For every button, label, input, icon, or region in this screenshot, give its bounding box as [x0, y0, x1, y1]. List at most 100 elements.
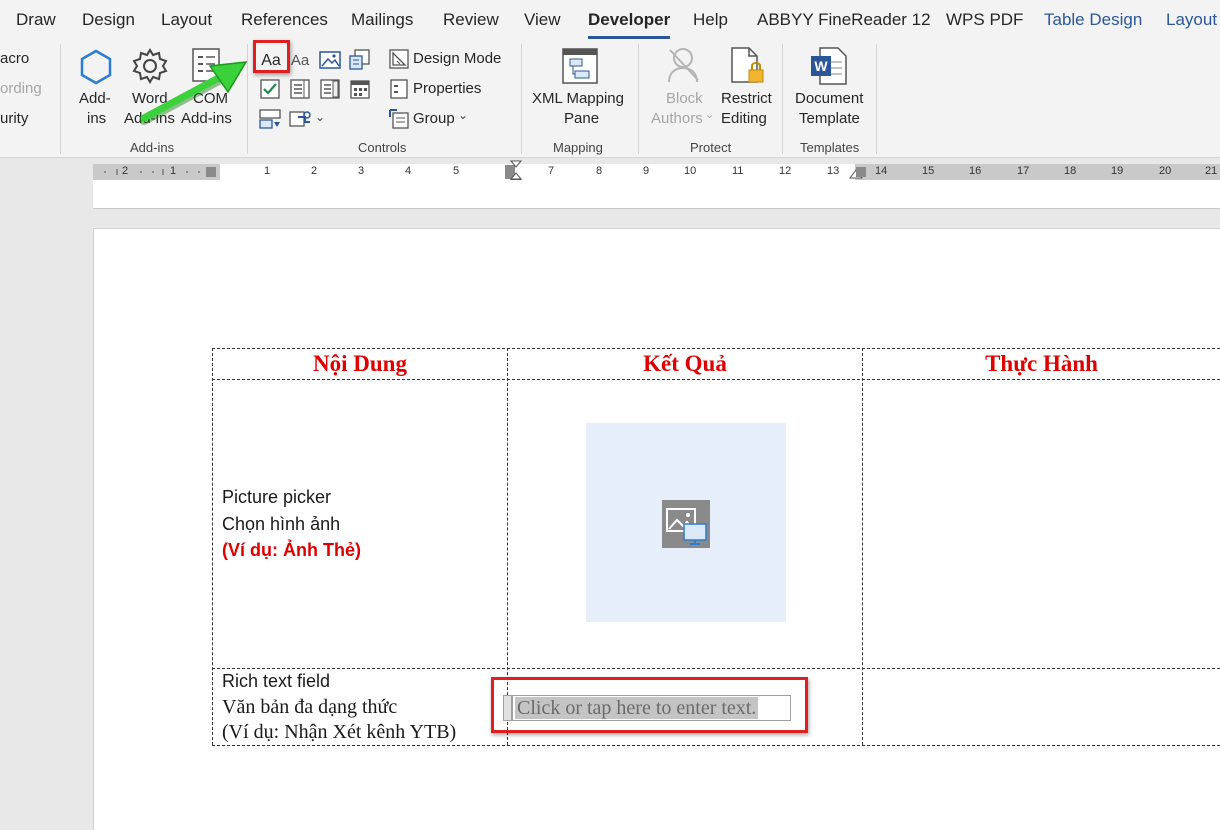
chevron-down-icon[interactable]: ⌄: [458, 108, 468, 122]
table-border: [212, 379, 1220, 380]
ruler-tick: 1: [170, 165, 177, 177]
macro-security-button[interactable]: urity: [0, 110, 28, 127]
ruler-tick: 3: [358, 165, 365, 177]
row2-label-1: Rich text field: [222, 671, 331, 691]
ruler-tick: 1: [264, 165, 271, 177]
ruler-tick: 14: [875, 165, 888, 177]
block-authors-icon: [668, 48, 699, 83]
ruler-tick: 4: [405, 165, 412, 177]
date-picker-icon[interactable]: [349, 78, 371, 100]
ruler-tick: 20: [1159, 165, 1172, 177]
ruler-scale: [104, 165, 866, 179]
xml-mapping-label-1[interactable]: XML Mapping: [532, 90, 624, 107]
macros-button[interactable]: acro: [0, 50, 29, 67]
tab-table-layout[interactable]: Layout: [1166, 10, 1217, 30]
mapping-group-label: Mapping: [553, 140, 603, 155]
row2-label-2: Văn bản đa dạng thức: [222, 696, 398, 718]
ruler-tick: 13: [827, 165, 840, 177]
design-mode-button[interactable]: Design Mode: [413, 50, 501, 67]
design-mode-icon: [389, 49, 409, 69]
picture-control-icon[interactable]: [319, 50, 341, 70]
properties-button[interactable]: Properties: [413, 80, 481, 97]
group-separator: [876, 44, 877, 154]
tab-design[interactable]: Design: [82, 10, 135, 30]
ruler-tick: 9: [643, 165, 650, 177]
building-block-icon[interactable]: [349, 49, 371, 71]
properties-icon: [390, 79, 408, 99]
dropdown-list-icon[interactable]: [319, 78, 341, 100]
tab-wps-pdf[interactable]: WPS PDF: [946, 10, 1023, 30]
xml-mapping-pane-icon: [562, 48, 598, 84]
group-separator: [521, 44, 522, 154]
block-authors-label-2[interactable]: Authors: [651, 110, 703, 127]
templates-group-label: Templates: [800, 140, 860, 155]
ruler-tick: 2: [311, 165, 318, 177]
insert-picture-icon[interactable]: [662, 500, 710, 548]
group-icon: [389, 109, 409, 129]
table-border: [212, 348, 1220, 349]
ruler-tick: 5: [453, 165, 460, 177]
svg-text:W: W: [814, 58, 828, 74]
tab-abbyy[interactable]: ABBYY FineReader 12: [757, 10, 931, 30]
horizontal-ruler[interactable]: 2 1 1 2 3 4 5 7 8 9 10 11 12 13 14 15 16…: [93, 164, 1220, 180]
group-button[interactable]: Group: [413, 110, 455, 127]
rich-text-control-highlight: [253, 40, 290, 73]
row2-example: (Ví dụ: Nhận Xét kênh YTB): [222, 721, 457, 743]
table-border: [212, 745, 1220, 746]
tab-review[interactable]: Review: [443, 10, 499, 30]
repeating-section-icon[interactable]: [259, 108, 281, 130]
document-template-label-1[interactable]: Document: [795, 90, 863, 107]
ruler-tick: 15: [922, 165, 935, 177]
protect-group-label: Protect: [690, 140, 732, 155]
tab-developer[interactable]: Developer: [588, 10, 671, 39]
document-template-label-2[interactable]: Template: [799, 110, 860, 127]
combo-box-icon[interactable]: [289, 78, 311, 100]
ruler-tick: 21: [1205, 165, 1218, 177]
restrict-editing-icon: [731, 47, 764, 83]
checkbox-control-icon[interactable]: [259, 78, 281, 100]
green-arrow-icon: [139, 61, 248, 125]
restrict-editing-label-2[interactable]: Editing: [721, 110, 767, 127]
word-document-icon: W: [811, 47, 847, 85]
ruler-tick: 11: [732, 165, 744, 177]
ruler-tick: 2: [122, 165, 129, 177]
previous-page-bottom: [93, 180, 1220, 209]
tab-table-design[interactable]: Table Design: [1044, 10, 1142, 30]
block-authors-label-1[interactable]: Block: [666, 90, 703, 107]
tab-draw[interactable]: Draw: [16, 10, 56, 30]
ruler-tick: 10: [684, 165, 697, 177]
tab-help[interactable]: Help: [693, 10, 728, 30]
add-ins-icon: [80, 49, 112, 85]
chevron-down-icon[interactable]: ⌄: [705, 108, 714, 121]
xml-mapping-label-2[interactable]: Pane: [564, 110, 599, 127]
picture-content-control[interactable]: [586, 423, 786, 622]
plain-text-control-button[interactable]: Aa: [288, 50, 312, 72]
addins-group-label: Add-ins: [130, 140, 175, 155]
controls-group-label: Controls: [358, 140, 407, 155]
ruler-tick: 16: [969, 165, 982, 177]
restrict-editing-label-1[interactable]: Restrict: [721, 90, 772, 107]
legacy-tools-icon[interactable]: [289, 108, 315, 130]
ruler-tick: 7: [548, 165, 555, 177]
tab-references[interactable]: References: [241, 10, 328, 30]
ruler-tick: 19: [1111, 165, 1124, 177]
add-ins-label-1[interactable]: Add-: [79, 90, 111, 107]
group-separator: [60, 44, 61, 154]
table-header-ket-qua: Kết Quả: [643, 351, 727, 376]
chevron-down-icon[interactable]: ⌄: [315, 110, 325, 124]
tab-mailings[interactable]: Mailings: [351, 10, 413, 30]
table-border: [212, 668, 1220, 669]
add-ins-label-2[interactable]: ins: [87, 110, 106, 127]
row1-label-1: Picture picker: [222, 487, 332, 507]
table-header-thuc-hanh: Thực Hành: [985, 351, 1098, 376]
tab-view[interactable]: View: [524, 10, 561, 30]
rich-text-highlight: [491, 677, 808, 733]
table-border: [862, 348, 863, 745]
row1-label-2: Chọn hình ảnh: [222, 514, 341, 534]
record-macro-button[interactable]: ording: [0, 80, 42, 97]
tab-layout[interactable]: Layout: [161, 10, 212, 30]
ruler-tick: 8: [596, 165, 603, 177]
row1-example: (Ví dụ: Ảnh Thẻ): [222, 540, 361, 560]
group-separator: [638, 44, 639, 154]
ruler-tick: 12: [779, 165, 792, 177]
